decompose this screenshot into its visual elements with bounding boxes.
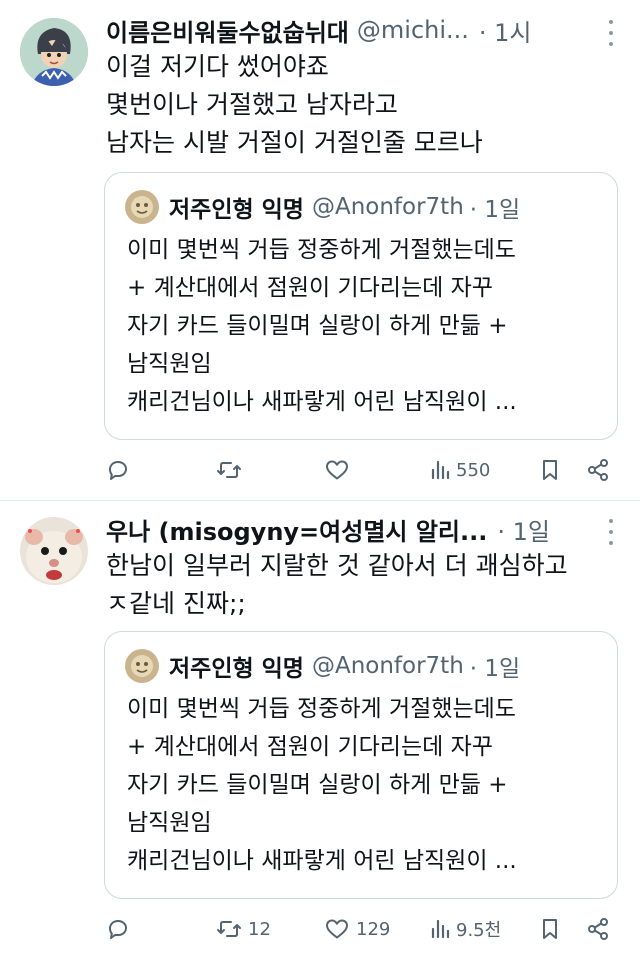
timestamp[interactable]: · 1일 <box>497 512 550 547</box>
reply-icon <box>109 920 127 939</box>
more-options-icon[interactable] <box>606 20 616 46</box>
retweet-count: 12 <box>248 918 271 940</box>
quoted-text-line: 남직원임 <box>127 351 212 377</box>
quoted-text-line: 이미 몇번씩 거듭 정중하게 거절했는데도 <box>127 696 516 722</box>
quoted-author-name: 저주인형 익명 <box>169 197 304 223</box>
tweet-header: 이름은비워둘수없숩뉘대 @michi... · 1시 <box>106 12 532 48</box>
views-icon <box>431 919 450 939</box>
tweet-text-line: 몇번이나 거절했고 남자라고 <box>106 90 398 119</box>
avatar-image <box>20 18 88 86</box>
quoted-author-handle: @Anonfor7th <box>311 653 464 679</box>
tweet-text-line: 한남이 일부러 지랄한 것 같아서 더 괘심하고 <box>106 551 568 580</box>
share-icon <box>588 918 608 940</box>
author-name[interactable]: 이름은비워둘수없숩뉘대 <box>106 13 349 48</box>
retweet-button[interactable] <box>216 450 248 490</box>
like-count: 129 <box>356 918 391 940</box>
tweet-text: 이걸 저기다 썼어야죠 몇번이나 거절했고 남자라고 남자는 시발 거절이 거절… <box>106 48 483 162</box>
author-name[interactable]: 우나 (misogyny=여성멸시 알리... <box>106 512 487 547</box>
share-button[interactable] <box>586 909 610 949</box>
tweet-text: 한남이 일부러 지랄한 것 같아서 더 괘심하고 ㅈ같네 진짜;; <box>106 547 568 623</box>
avatar[interactable] <box>20 18 88 86</box>
quoted-text-line: 자기 카드 들이밀며 실랑이 하게 만듦 + <box>127 772 508 798</box>
quoted-author-name: 저주인형 익명 <box>169 656 304 682</box>
bookmark-button[interactable] <box>540 909 560 949</box>
avatar-image <box>20 517 88 585</box>
tweet[interactable]: 우나 (misogyny=여성멸시 알리... · 1일 한남이 일부러 지랄한… <box>0 501 640 959</box>
tweet-actions: 550 <box>104 450 618 490</box>
timestamp[interactable]: · 1시 <box>479 13 532 48</box>
quoted-text-line: 남직원임 <box>127 810 212 836</box>
retweet-icon <box>217 921 241 937</box>
quoted-author-handle: @Anonfor7th <box>311 194 464 220</box>
heart-icon <box>326 919 348 939</box>
views-button[interactable]: 550 <box>430 450 490 490</box>
author-handle[interactable]: @michi... <box>357 16 469 44</box>
quoted-text-line: 캐리건님이나 새파랗게 어린 남직원이 ... <box>127 848 517 874</box>
like-button[interactable] <box>324 450 356 490</box>
quoted-tweet[interactable]: 저주인형 익명 @Anonfor7th · 1일 이미 몇번씩 거듭 정중하게 … <box>104 631 618 899</box>
quoted-tweet-header: 저주인형 익명 @Anonfor7th · 1일 <box>125 648 520 684</box>
quoted-timestamp: · 1일 <box>469 197 521 223</box>
quoted-timestamp: · 1일 <box>469 656 521 682</box>
share-icon <box>588 459 608 481</box>
avatar[interactable] <box>20 517 88 585</box>
quoted-text-line: + 계산대에서 점원이 기다리는데 자꾸 <box>127 275 493 301</box>
tweet[interactable]: 이름은비워둘수없숩뉘대 @michi... · 1시 이걸 저기다 썼어야죠 몇… <box>0 0 640 500</box>
quoted-tweet-text: 이미 몇번씩 거듭 정중하게 거절했는데도 + 계산대에서 점원이 기다리는데 … <box>127 690 517 880</box>
heart-icon <box>326 460 348 480</box>
quoted-text-line: 캐리건님이나 새파랗게 어린 남직원이 ... <box>127 389 517 415</box>
bookmark-icon <box>543 460 557 480</box>
like-button[interactable]: 129 <box>324 909 390 949</box>
quoted-tweet-text: 이미 몇번씩 거듭 정중하게 거절했는데도 + 계산대에서 점원이 기다리는데 … <box>127 231 517 421</box>
tweet-actions: 12 129 9.5천 <box>104 909 618 949</box>
retweet-icon <box>217 462 241 478</box>
quoted-avatar <box>125 649 159 683</box>
quoted-text-line: + 계산대에서 점원이 기다리는데 자꾸 <box>127 734 493 760</box>
quoted-tweet[interactable]: 저주인형 익명 @Anonfor7th · 1일 이미 몇번씩 거듭 정중하게 … <box>104 172 618 440</box>
quoted-text-line: 자기 카드 들이밀며 실랑이 하게 만듦 + <box>127 313 508 339</box>
share-button[interactable] <box>586 450 610 490</box>
bookmark-button[interactable] <box>540 450 560 490</box>
reply-button[interactable] <box>106 909 136 949</box>
views-count: 9.5천 <box>456 920 502 941</box>
views-count: 550 <box>456 459 491 481</box>
views-icon <box>431 460 450 480</box>
reply-icon <box>109 461 127 480</box>
quoted-avatar <box>125 190 159 224</box>
views-button[interactable]: 9.5천 <box>430 909 501 949</box>
timeline-feed: 이름은비워둘수없숩뉘대 @michi... · 1시 이걸 저기다 썼어야죠 몇… <box>0 0 640 959</box>
quoted-tweet-header: 저주인형 익명 @Anonfor7th · 1일 <box>125 189 520 225</box>
tweet-text-line: 이걸 저기다 썼어야죠 <box>106 52 329 81</box>
tweet-text-line: ㅈ같네 진짜;; <box>106 589 246 618</box>
quoted-text-line: 이미 몇번씩 거듭 정중하게 거절했는데도 <box>127 237 516 263</box>
tweet-text-line: 남자는 시발 거절이 거절인줄 모르나 <box>106 128 483 157</box>
reply-button[interactable] <box>106 450 136 490</box>
bookmark-icon <box>543 919 557 939</box>
retweet-button[interactable]: 12 <box>216 909 271 949</box>
more-options-icon[interactable] <box>606 519 616 545</box>
tweet-header: 우나 (misogyny=여성멸시 알리... · 1일 <box>106 511 550 547</box>
